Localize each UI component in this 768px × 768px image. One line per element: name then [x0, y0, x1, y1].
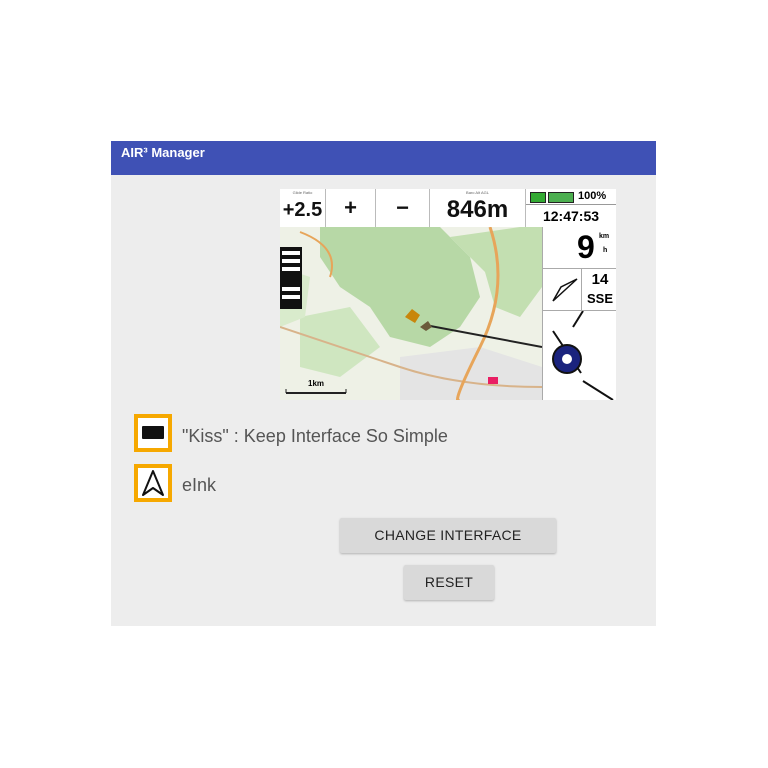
wind-speed: 14: [591, 271, 609, 288]
minus-cell: −: [376, 189, 430, 227]
wind-box: 14 SSE: [543, 269, 616, 311]
kiss-option-icon[interactable]: [134, 414, 172, 452]
navigation-arrow-icon: [142, 470, 164, 496]
eink-option-icon[interactable]: [134, 464, 172, 502]
speed-value: 9: [577, 229, 595, 265]
app-window: AIR³ Manager Glide Ratio +2.5 + − Baro A…: [111, 141, 656, 626]
vario-value: +2.5: [282, 199, 323, 221]
compass-box: [543, 310, 616, 400]
altitude-value: 846m: [446, 196, 509, 223]
wind-direction: SSE: [586, 291, 613, 306]
preview-right-column: 9 km h 14 SSE: [542, 227, 616, 400]
speed-unit-bottom: h: [603, 247, 608, 254]
kiss-option-label[interactable]: "Kiss" : Keep Interface So Simple: [182, 425, 448, 447]
window-title: AIR³ Manager: [121, 145, 205, 160]
vario-bar: [280, 247, 302, 309]
status-cell: 100% 12:47:53: [526, 189, 616, 227]
eink-option-label[interactable]: eInk: [182, 474, 216, 496]
title-bar: AIR³ Manager: [111, 141, 656, 175]
reset-button[interactable]: RESET: [404, 565, 494, 600]
plus-cell: +: [326, 189, 376, 227]
battery-icon: [548, 192, 574, 203]
altitude-cell: Baro Alt AGL 846m: [430, 189, 526, 227]
minus-label: −: [396, 195, 409, 220]
map-view: 1km: [280, 227, 542, 400]
vario-cell: Glide Ratio +2.5: [280, 189, 326, 227]
compass-icon: [552, 310, 614, 400]
speed-unit-top: km: [599, 233, 610, 240]
rectangle-icon: [142, 426, 164, 439]
plus-label: +: [344, 195, 357, 220]
wind-arrow-icon: [552, 278, 578, 302]
clock: 12:47:53: [526, 204, 616, 227]
interface-preview: Glide Ratio +2.5 + − Baro Alt AGL 846m 1…: [280, 189, 616, 400]
map-scale-label: 1km: [308, 379, 325, 388]
map-graphic: [280, 227, 542, 400]
change-interface-button[interactable]: CHANGE INTERFACE: [340, 518, 556, 553]
gps-icon: [530, 192, 546, 203]
speed-box: 9 km h: [543, 227, 616, 269]
preview-top-strip: Glide Ratio +2.5 + − Baro Alt AGL 846m 1…: [280, 189, 616, 227]
battery-percent: 100%: [578, 190, 607, 202]
